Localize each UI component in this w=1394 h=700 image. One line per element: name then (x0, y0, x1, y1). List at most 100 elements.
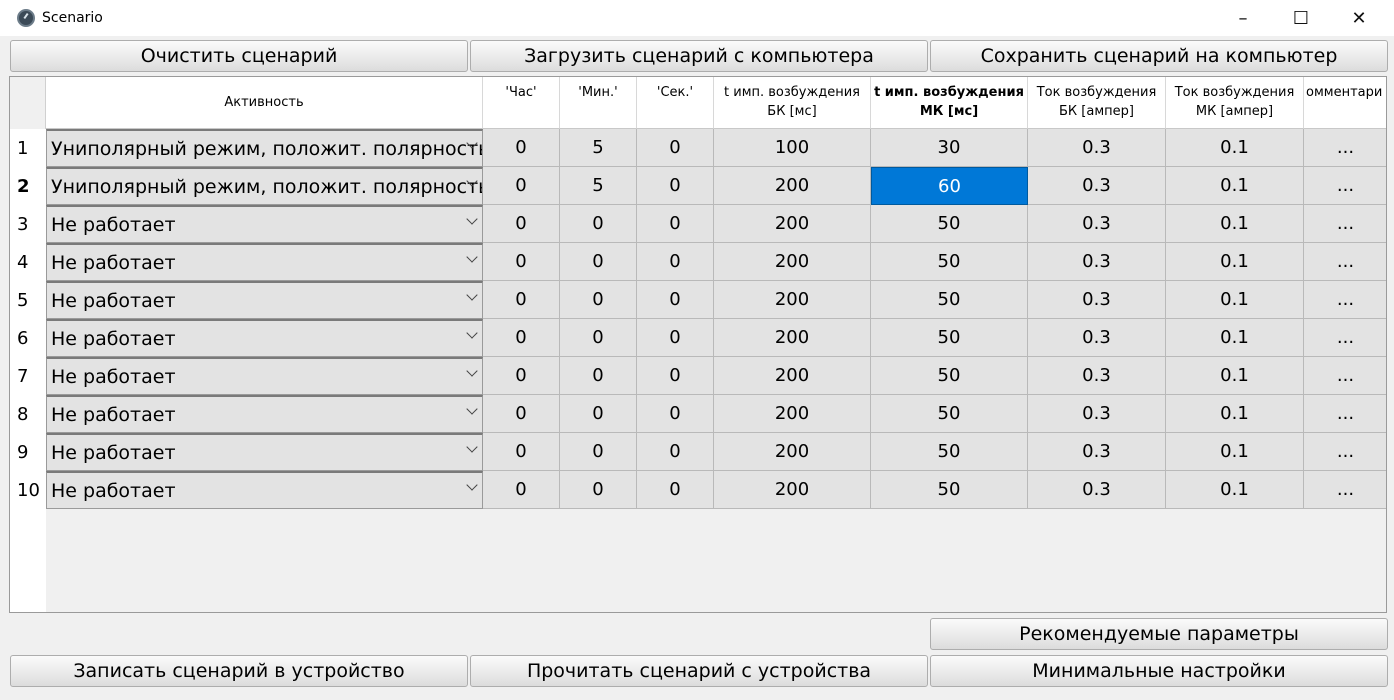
cell-second[interactable]: 0 (637, 471, 714, 509)
cell-t-imp-bk[interactable]: 200 (714, 319, 871, 357)
cell-minute[interactable]: 0 (560, 281, 637, 319)
cell-minute[interactable]: 0 (560, 357, 637, 395)
close-button[interactable]: ✕ (1330, 0, 1388, 36)
cell-t-imp-mk[interactable]: 50 (871, 319, 1028, 357)
cell-hour[interactable]: 0 (483, 433, 560, 471)
cell-second[interactable]: 0 (637, 395, 714, 433)
cell-second[interactable]: 0 (637, 357, 714, 395)
cell-t-imp-mk[interactable]: 50 (871, 395, 1028, 433)
minimal-settings-button[interactable]: Минимальные настройки (930, 655, 1388, 687)
cell-minute[interactable]: 0 (560, 319, 637, 357)
cell-minute[interactable]: 0 (560, 205, 637, 243)
row-header[interactable]: 8 (10, 395, 46, 433)
row-header[interactable]: 4 (10, 243, 46, 281)
cell-second[interactable]: 0 (637, 205, 714, 243)
column-header-minute[interactable]: 'Мин.' (560, 77, 637, 129)
cell-second[interactable]: 0 (637, 319, 714, 357)
cell-t-imp-mk[interactable]: 30 (871, 129, 1028, 167)
cell-minute[interactable]: 5 (560, 129, 637, 167)
cell-hour[interactable]: 0 (483, 471, 560, 509)
cell-second[interactable]: 0 (637, 281, 714, 319)
read-scenario-button[interactable]: Прочитать сценарий с устройства (470, 655, 928, 687)
cell-hour[interactable]: 0 (483, 243, 560, 281)
cell-comment[interactable]: ... (1304, 471, 1386, 509)
cell-t-imp-bk[interactable]: 200 (714, 281, 871, 319)
cell-comment[interactable]: ... (1304, 129, 1386, 167)
cell-hour[interactable]: 0 (483, 357, 560, 395)
cell-current-mk[interactable]: 0.1 (1166, 205, 1304, 243)
cell-t-imp-bk[interactable]: 200 (714, 243, 871, 281)
cell-minute[interactable]: 0 (560, 433, 637, 471)
activity-dropdown[interactable]: Не работает (46, 281, 483, 319)
column-header-hour[interactable]: 'Час' (483, 77, 560, 129)
cell-comment[interactable]: ... (1304, 357, 1386, 395)
cell-current-bk[interactable]: 0.3 (1028, 129, 1166, 167)
cell-current-mk[interactable]: 0.1 (1166, 167, 1304, 205)
row-header[interactable]: 5 (10, 281, 46, 319)
activity-dropdown[interactable]: Не работает (46, 357, 483, 395)
cell-t-imp-mk[interactable]: 50 (871, 205, 1028, 243)
cell-current-bk[interactable]: 0.3 (1028, 243, 1166, 281)
cell-hour[interactable]: 0 (483, 319, 560, 357)
cell-t-imp-bk[interactable]: 200 (714, 167, 871, 205)
cell-current-bk[interactable]: 0.3 (1028, 395, 1166, 433)
cell-t-imp-mk[interactable]: 50 (871, 243, 1028, 281)
cell-current-mk[interactable]: 0.1 (1166, 395, 1304, 433)
activity-dropdown[interactable]: Униполярный режим, положит. полярность (46, 167, 483, 205)
row-header[interactable]: 2 (10, 167, 46, 205)
row-header[interactable]: 9 (10, 433, 46, 471)
row-header[interactable]: 10 (10, 471, 46, 509)
cell-minute[interactable]: 0 (560, 471, 637, 509)
cell-current-bk[interactable]: 0.3 (1028, 205, 1166, 243)
cell-t-imp-bk[interactable]: 200 (714, 433, 871, 471)
row-header[interactable]: 3 (10, 205, 46, 243)
cell-current-mk[interactable]: 0.1 (1166, 433, 1304, 471)
cell-hour[interactable]: 0 (483, 167, 560, 205)
cell-minute[interactable]: 0 (560, 243, 637, 281)
activity-dropdown[interactable]: Униполярный режим, положит. полярность (46, 129, 483, 167)
cell-t-imp-mk[interactable]: 50 (871, 357, 1028, 395)
cell-minute[interactable]: 5 (560, 167, 637, 205)
cell-comment[interactable]: ... (1304, 433, 1386, 471)
activity-dropdown[interactable]: Не работает (46, 243, 483, 281)
cell-hour[interactable]: 0 (483, 129, 560, 167)
cell-comment[interactable]: ... (1304, 167, 1386, 205)
cell-t-imp-mk[interactable]: 50 (871, 471, 1028, 509)
activity-dropdown[interactable]: Не работает (46, 433, 483, 471)
cell-t-imp-mk[interactable]: 50 (871, 433, 1028, 471)
activity-dropdown[interactable]: Не работает (46, 471, 483, 509)
cell-current-bk[interactable]: 0.3 (1028, 433, 1166, 471)
cell-current-bk[interactable]: 0.3 (1028, 471, 1166, 509)
row-header[interactable]: 1 (10, 129, 46, 167)
cell-t-imp-bk[interactable]: 200 (714, 357, 871, 395)
load-scenario-button[interactable]: Загрузить сценарий с компьютера (470, 40, 928, 72)
scenario-grid[interactable]: Активность 'Час' 'Мин.' 'Сек.' t имп. возбуж… (9, 76, 1387, 613)
cell-hour[interactable]: 0 (483, 281, 560, 319)
activity-dropdown[interactable]: Не работает (46, 205, 483, 243)
cell-current-mk[interactable]: 0.1 (1166, 319, 1304, 357)
cell-comment[interactable]: ... (1304, 395, 1386, 433)
cell-current-bk[interactable]: 0.3 (1028, 319, 1166, 357)
cell-comment[interactable]: ... (1304, 243, 1386, 281)
column-header-t-imp-bk[interactable]: t имп. возбуждения БК [мс] (714, 77, 871, 129)
cell-second[interactable]: 0 (637, 167, 714, 205)
activity-dropdown[interactable]: Не работает (46, 319, 483, 357)
cell-t-imp-bk[interactable]: 200 (714, 205, 871, 243)
clear-scenario-button[interactable]: Очистить сценарий (10, 40, 468, 72)
cell-t-imp-bk[interactable]: 200 (714, 471, 871, 509)
cell-t-imp-bk[interactable]: 100 (714, 129, 871, 167)
cell-hour[interactable]: 0 (483, 395, 560, 433)
column-header-current-bk[interactable]: Ток возбуждения БК [ампер] (1028, 77, 1166, 129)
column-header-t-imp-mk[interactable]: t имп. возбуждения МК [мс] (871, 77, 1028, 129)
row-header[interactable]: 7 (10, 357, 46, 395)
maximize-button[interactable]: ☐ (1272, 0, 1330, 36)
cell-hour[interactable]: 0 (483, 205, 560, 243)
row-header[interactable]: 6 (10, 319, 46, 357)
cell-comment[interactable]: ... (1304, 205, 1386, 243)
cell-t-imp-mk[interactable]: 60 (871, 167, 1028, 205)
cell-t-imp-bk[interactable]: 200 (714, 395, 871, 433)
cell-current-mk[interactable]: 0.1 (1166, 129, 1304, 167)
cell-current-bk[interactable]: 0.3 (1028, 281, 1166, 319)
cell-minute[interactable]: 0 (560, 395, 637, 433)
cell-current-mk[interactable]: 0.1 (1166, 357, 1304, 395)
